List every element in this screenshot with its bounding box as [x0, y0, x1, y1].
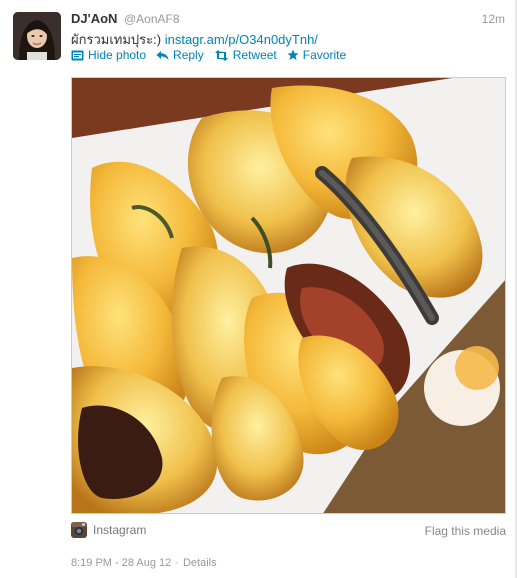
provider-name: Instagram — [93, 523, 147, 537]
hide-photo-label: Hide photo — [88, 48, 147, 62]
details-link[interactable]: Details — [183, 557, 217, 569]
tweet-actions: Hide photo Reply Retweet Favorite — [71, 48, 346, 62]
instagram-icon — [71, 522, 87, 538]
retweet-icon — [214, 49, 228, 61]
reply-label: Reply — [173, 48, 204, 62]
favorite-label: Favorite — [302, 48, 347, 62]
reply-button[interactable]: Reply — [156, 48, 204, 62]
favorite-button[interactable]: Favorite — [287, 48, 346, 62]
tweet-datetime[interactable]: 8:19 PM - 28 Aug 12 — [71, 557, 171, 569]
tweet-link[interactable]: instagr.am/p/O34n0dyTnh/ — [165, 32, 318, 47]
tweet-footer: 8:19 PM - 28 Aug 12 · Details — [71, 557, 217, 569]
tweet-text: ผักรวมเทมปุระ:) instagr.am/p/O34n0dyTnh/ — [71, 29, 318, 50]
avatar[interactable] — [13, 12, 61, 60]
hide-photo-button[interactable]: Hide photo — [71, 48, 146, 62]
tweet-timestamp[interactable]: 12m — [482, 12, 505, 26]
reply-icon — [156, 50, 169, 60]
star-icon — [287, 49, 299, 60]
footer-separator: · — [175, 557, 179, 569]
retweet-label: Retweet — [232, 48, 277, 62]
flag-media-link[interactable]: Flag this media — [425, 524, 506, 538]
tweet-card: DJ'AoN @AonAF8 12m ผักรวมเทมปุระ:) insta… — [0, 0, 517, 578]
photo-icon — [71, 50, 84, 60]
author-name[interactable]: DJ'AoN — [71, 11, 117, 26]
media-provider[interactable]: Instagram — [71, 522, 146, 538]
tweet-body: ผักรวมเทมปุระ:) — [71, 32, 162, 47]
tweet-photo[interactable] — [71, 77, 506, 514]
retweet-button[interactable]: Retweet — [214, 48, 277, 62]
author-username[interactable]: @AonAF8 — [124, 12, 180, 26]
